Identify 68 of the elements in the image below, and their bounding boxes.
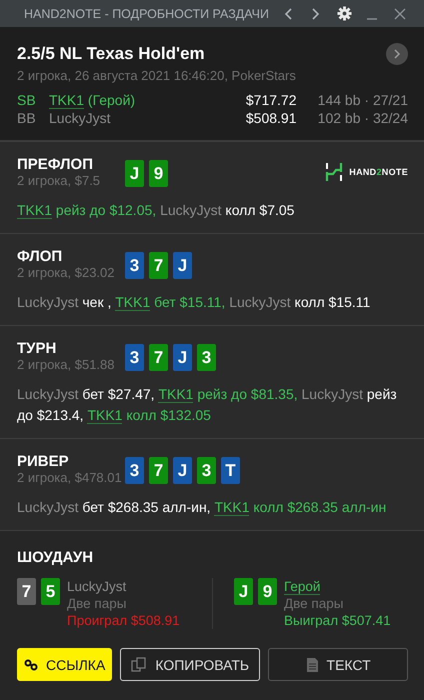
playing-card: 9 — [258, 578, 277, 605]
street-info: 2 игрока, $23.02 — [17, 265, 116, 280]
player-link[interactable]: Герой — [284, 579, 320, 595]
playing-card: 3 — [197, 457, 216, 484]
player-stats: 32/24 — [372, 110, 408, 126]
playing-card: J — [173, 344, 192, 371]
hero-note: (Герой) — [86, 92, 136, 108]
separator-dot: · — [363, 110, 370, 126]
chevron-left-icon — [284, 8, 292, 20]
playing-card: 9 — [149, 160, 168, 187]
player-name: LuckyJyst — [49, 110, 110, 126]
chevron-right-icon — [312, 8, 320, 20]
position-label: BB — [17, 110, 37, 126]
game-info: 2 игрока, 26 августа 2021 16:46:20, PokerStars — [17, 68, 297, 83]
street-info: 2 игрока, $478.01 — [17, 470, 123, 485]
document-icon — [306, 656, 319, 672]
street-title: ФЛОП — [17, 248, 64, 265]
logo-text: HAND2NOTE — [349, 167, 408, 177]
stack-amount: $508.91 — [246, 110, 296, 126]
street-info: 2 игрока, $7.5 — [17, 173, 102, 188]
playing-card: 3 — [125, 457, 144, 484]
gear-icon — [336, 6, 352, 21]
street-title: ТУРН — [17, 340, 58, 357]
stack-bb: 144 bb — [316, 92, 360, 108]
playing-card: 7 — [17, 578, 36, 605]
street-title: ПРЕФЛОП — [17, 156, 94, 173]
showdown-title: ШОУДАУН — [17, 549, 94, 566]
stack-bb: 102 bb — [316, 110, 360, 126]
playing-card: 5 — [41, 578, 60, 605]
playing-card: J — [173, 457, 192, 484]
separator-dot: · — [363, 92, 370, 108]
position-label: SB — [17, 92, 37, 108]
hand-rank: Две пары — [67, 595, 128, 612]
playing-card: 7 — [149, 252, 168, 279]
playing-card: 3 — [197, 344, 216, 371]
playing-card: 7 — [149, 457, 168, 484]
stack-amount: $717.72 — [246, 92, 296, 108]
text-button[interactable]: ТЕКСТ — [268, 648, 408, 681]
playing-card: J — [125, 160, 144, 187]
street-info: 2 игрока, $51.88 — [17, 357, 116, 372]
chevron-right-icon — [394, 49, 400, 59]
playing-card: T — [221, 457, 240, 484]
game-title: 2.5/5 NL Texas Hold'em — [17, 44, 205, 64]
copy-icon — [131, 656, 148, 672]
playing-card: 3 — [125, 344, 144, 371]
close-icon — [394, 8, 406, 20]
playing-card: J — [173, 252, 192, 279]
minimize-icon — [367, 18, 377, 20]
action-line: TKK1 рейз до $12.05, LuckyJyst колл $7.05 — [17, 201, 296, 221]
playing-card: 3 — [125, 252, 144, 279]
result-text: Проиграл $508.91 — [67, 612, 180, 629]
player-name: LuckyJyst — [67, 579, 126, 594]
playing-card: 7 — [149, 344, 168, 371]
hand-rank: Две пары — [284, 595, 344, 612]
logo-icon — [325, 162, 344, 182]
playing-card: J — [234, 578, 253, 605]
street-title: РИВЕР — [17, 453, 70, 470]
result-text: Выиграл $507.41 — [284, 612, 391, 629]
link-icon — [24, 658, 38, 670]
player-link[interactable]: TKK1 — [49, 92, 84, 109]
action-line: LuckyJyst бет $27.47, TKK1 рейз до $81.35, LuckyJyst рейз до $213.4, TKK1 колл $132.05 — [17, 385, 398, 426]
action-line: LuckyJyst бет $268.35 алл-ин, TKK1 колл $268.35 алл-ин — [17, 498, 388, 518]
window-title: HAND2NOTE - ПОДРОБНОСТИ РАЗДАЧИ — [24, 6, 270, 20]
next-button[interactable] — [386, 43, 408, 65]
action-line: LuckyJyst чек , TKK1 бет $15.11, LuckyJyst колл $15.11 — [17, 293, 372, 313]
link-button[interactable]: ССЫЛКА — [17, 648, 112, 681]
copy-button[interactable]: КОПИРОВАТЬ — [120, 648, 260, 681]
player-stats: 27/21 — [372, 92, 408, 108]
